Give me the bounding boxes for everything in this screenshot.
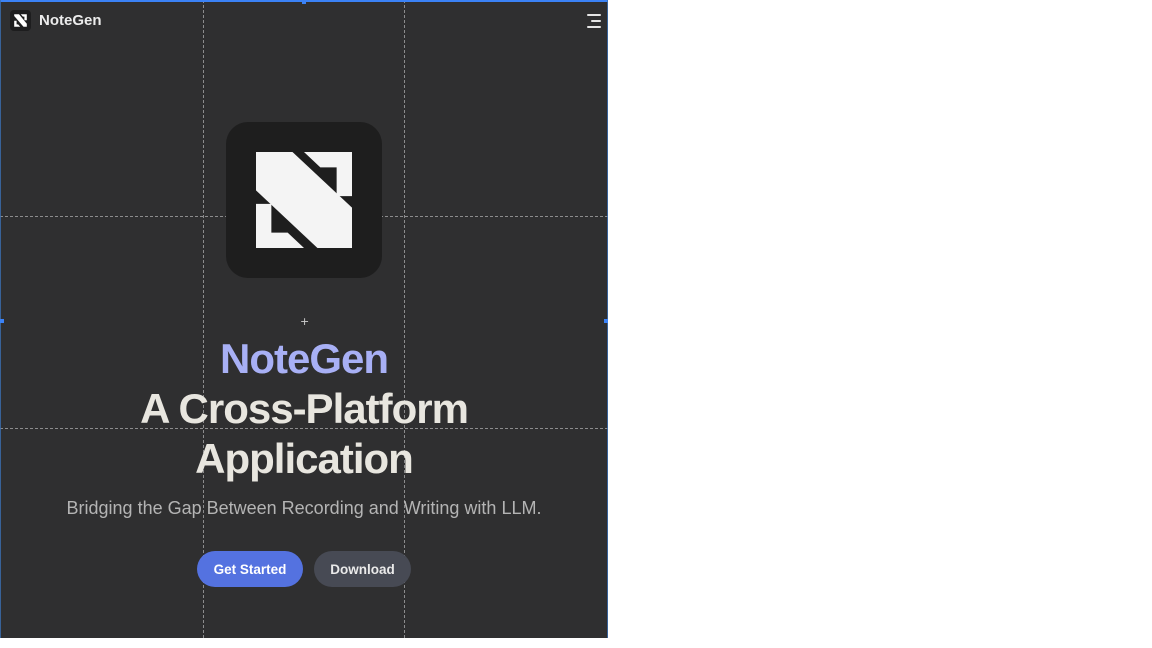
hero-title-line: Application: [195, 435, 414, 482]
resize-handle[interactable]: [604, 319, 608, 323]
hero-logo: [226, 122, 382, 278]
notegen-logo-icon: [256, 152, 352, 248]
brand-name: NoteGen: [39, 12, 102, 29]
hamburger-menu-icon[interactable]: [583, 13, 601, 29]
page-viewport: NoteGen + NoteGen A Cross-Platform Appli…: [0, 0, 608, 638]
get-started-button[interactable]: Get Started: [197, 551, 303, 587]
hero-subtitle: Bridging the Gap Between Recording and W…: [66, 498, 542, 518]
brand[interactable]: NoteGen: [10, 10, 102, 31]
notegen-logo-icon: [10, 10, 31, 31]
layout-guide-vertical: [404, 0, 405, 638]
resize-handle[interactable]: [302, 0, 306, 4]
resize-handle[interactable]: [0, 319, 4, 323]
download-button[interactable]: Download: [314, 551, 411, 587]
layout-guide-vertical: [203, 0, 204, 638]
hero-title-brand: NoteGen: [219, 335, 389, 382]
center-crosshair: +: [300, 315, 310, 328]
hero-title-line: A Cross-Platform: [140, 385, 469, 432]
